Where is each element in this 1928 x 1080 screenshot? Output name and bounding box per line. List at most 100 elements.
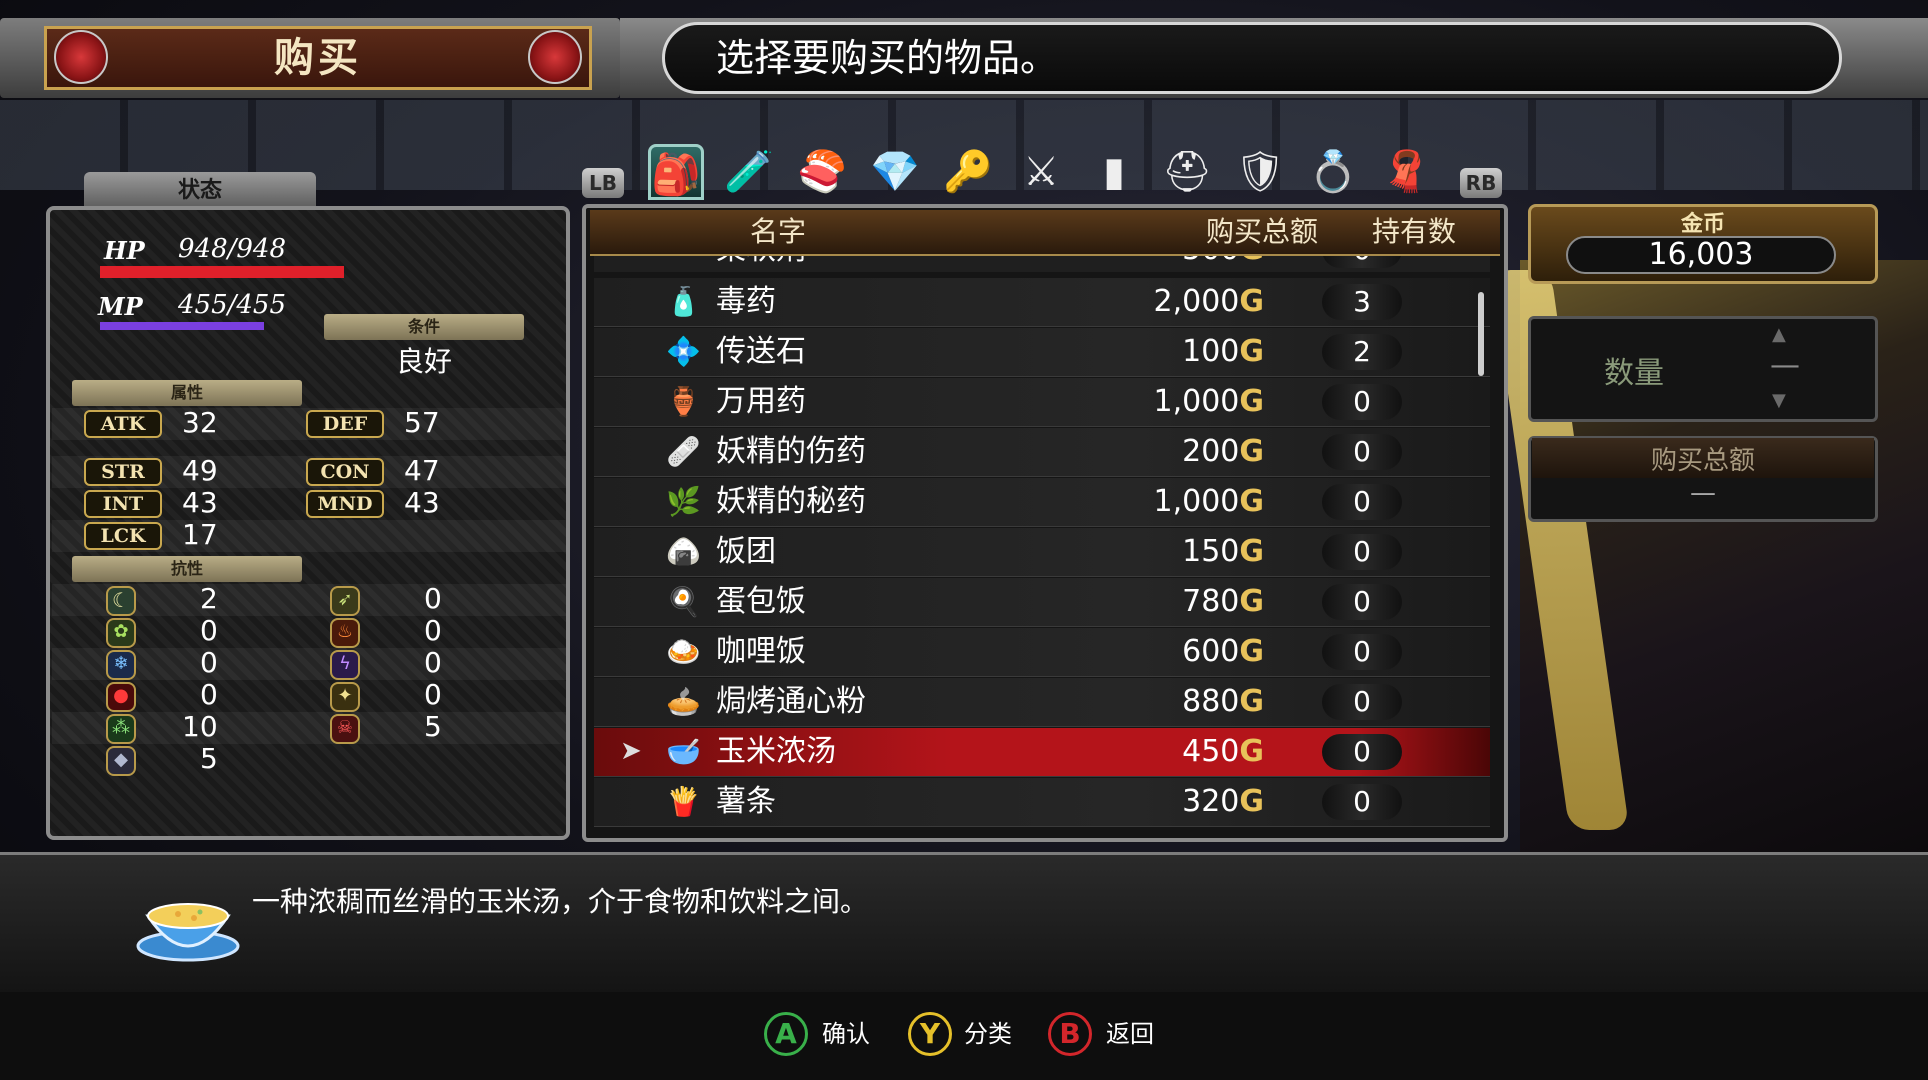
confirm-label[interactable]: 确认 bbox=[822, 1012, 870, 1056]
item-price: 200G bbox=[1182, 434, 1264, 469]
stat-value-mnd: 43 bbox=[404, 486, 440, 519]
stat-tag-mnd: MND bbox=[306, 490, 384, 518]
resistance-value: 0 bbox=[424, 678, 442, 711]
item-price: 2,000G bbox=[1153, 284, 1264, 319]
list-item[interactable]: 🩹 妖精的伤药 200G 0 bbox=[594, 428, 1490, 477]
y-button-icon[interactable]: Y bbox=[908, 1012, 952, 1056]
item-description: 一种浓稠而丝滑的玉米汤，介于食物和饮料之间。 bbox=[252, 885, 869, 918]
poison-bottle-icon: 🧴 bbox=[666, 285, 701, 318]
list-item[interactable]: 🍙 饭团 150G 0 bbox=[594, 528, 1490, 577]
rice-ball-icon: 🍙 bbox=[666, 535, 701, 568]
hp-bar-fill bbox=[100, 266, 344, 278]
list-header bbox=[590, 210, 1500, 256]
column-header-name: 名字 bbox=[750, 215, 807, 248]
item-price: 780G bbox=[1182, 584, 1264, 619]
lb-button[interactable]: LB bbox=[582, 168, 624, 198]
a-button-icon[interactable]: A bbox=[764, 1012, 808, 1056]
fire-icon: ♨ bbox=[330, 618, 360, 648]
item-price: 1,000G bbox=[1153, 384, 1264, 419]
item-held: 0 bbox=[1322, 684, 1402, 720]
ice-icon: ❄ bbox=[106, 650, 136, 680]
curse-icon: ☠ bbox=[330, 714, 360, 744]
item-price: 600G bbox=[1182, 634, 1264, 669]
quantity-panel[interactable] bbox=[1528, 316, 1878, 422]
item-price: 100G bbox=[1182, 334, 1264, 369]
item-held: 3 bbox=[1322, 284, 1402, 320]
list-item[interactable]: 🍳 蛋包饭 780G 0 bbox=[594, 578, 1490, 627]
quantity-label: 数量 bbox=[1604, 356, 1664, 391]
mp-bar-track bbox=[100, 322, 264, 330]
item-price: 320G bbox=[1182, 784, 1264, 819]
armor-icon[interactable]: 🛡 bbox=[1232, 144, 1288, 200]
bullets-icon[interactable]: ▮ bbox=[1086, 144, 1142, 200]
item-name: 万用药 bbox=[716, 384, 806, 419]
blood-icon: ● bbox=[106, 682, 136, 712]
item-name: 玉米浓汤 bbox=[716, 734, 836, 769]
item-name: 妖精的伤药 bbox=[716, 434, 866, 469]
item-name: 薯条 bbox=[716, 784, 776, 819]
item-held: 2 bbox=[1322, 334, 1402, 370]
arrow-up-icon[interactable]: ▲ bbox=[1772, 324, 1786, 345]
mp-bar-fill bbox=[100, 322, 264, 330]
item-name: 柔软剂 bbox=[716, 256, 806, 272]
item-held: 0 bbox=[1322, 484, 1402, 520]
key-icon[interactable]: 🔑 bbox=[940, 144, 996, 200]
bag-icon[interactable]: 🎒 bbox=[648, 144, 704, 200]
item-name: 传送石 bbox=[716, 334, 806, 369]
list-item[interactable]: 🍟 薯条 320G 0 bbox=[594, 778, 1490, 827]
list-item[interactable]: ➤ 🥣 玉米浓汤 450G 0 bbox=[594, 728, 1490, 777]
stat-tag-atk: ATK bbox=[84, 410, 162, 438]
stat-value-atk: 32 bbox=[182, 406, 218, 439]
b-button-icon[interactable]: B bbox=[1048, 1012, 1092, 1056]
item-held: 0 bbox=[1322, 256, 1402, 268]
back-label[interactable]: 返回 bbox=[1106, 1012, 1154, 1056]
stat-tag-def: DEF bbox=[306, 410, 384, 438]
corn-soup-icon: 🥣 bbox=[666, 735, 701, 768]
resistance-label: 抗性 bbox=[72, 556, 302, 582]
hp-label: HP bbox=[104, 236, 145, 265]
gratin-icon: 🥧 bbox=[666, 685, 701, 718]
stat-tag-int: INT bbox=[84, 490, 162, 518]
ring-icon[interactable]: 💍 bbox=[1305, 144, 1361, 200]
resistance-value: 0 bbox=[200, 678, 218, 711]
list-item[interactable]: 🧴 毒药 2,000G 3 bbox=[594, 278, 1490, 327]
description-bar bbox=[0, 852, 1928, 996]
hp-bar-track bbox=[100, 266, 344, 278]
resistance-value: 2 bbox=[200, 582, 218, 615]
helmet-icon[interactable]: ⛑ bbox=[1159, 144, 1215, 200]
resistance-value: 0 bbox=[200, 614, 218, 647]
condition-label: 条件 bbox=[324, 314, 524, 340]
list-item[interactable]: 🌿 妖精的秘药 1,000G 0 bbox=[594, 478, 1490, 527]
fairy-secret-icon: 🌿 bbox=[666, 485, 701, 518]
rb-button[interactable]: RB bbox=[1460, 168, 1502, 198]
crystal-icon[interactable]: 💎 bbox=[867, 144, 923, 200]
arrow-down-icon[interactable]: ▼ bbox=[1772, 390, 1786, 411]
food-icon[interactable]: 🍣 bbox=[794, 144, 850, 200]
list-item[interactable]: 🍛 咖哩饭 600G 0 bbox=[594, 628, 1490, 677]
gold-value: 16,003 bbox=[1566, 236, 1836, 274]
omurice-icon: 🍳 bbox=[666, 585, 701, 618]
resistance-value: 0 bbox=[200, 646, 218, 679]
prompt-text: 选择要购买的物品。 bbox=[716, 36, 1059, 80]
item-name: 焗烤通心粉 bbox=[716, 684, 866, 719]
list-item[interactable]: 🏺 万用药 1,000G 0 bbox=[594, 378, 1490, 427]
resistance-value: 0 bbox=[424, 582, 442, 615]
scarf-icon[interactable]: 🧣 bbox=[1378, 144, 1434, 200]
mp-label: MP bbox=[98, 292, 143, 321]
potion-icon[interactable]: 🧪 bbox=[721, 144, 777, 200]
teleport-stone-icon: 💠 bbox=[666, 335, 701, 368]
item-held: 0 bbox=[1322, 534, 1402, 570]
mp-value: 455/455 bbox=[178, 290, 287, 320]
list-scrollbar[interactable] bbox=[1478, 292, 1484, 376]
partial-list-item[interactable]: 柔软剂 500G 0 bbox=[594, 256, 1490, 272]
light-icon: ✦ bbox=[330, 682, 360, 712]
fairy-salve-icon: 🩹 bbox=[666, 435, 701, 468]
list-item[interactable]: 💠 传送石 100G 2 bbox=[594, 328, 1490, 377]
list-item[interactable]: 🥧 焗烤通心粉 880G 0 bbox=[594, 678, 1490, 727]
item-price: 1,000G bbox=[1153, 484, 1264, 519]
resistance-value: 5 bbox=[200, 742, 218, 775]
category-label[interactable]: 分类 bbox=[964, 1012, 1012, 1056]
stat-tag-con: CON bbox=[306, 458, 384, 486]
swords-icon[interactable]: ⚔ bbox=[1013, 144, 1069, 200]
corn-soup-icon bbox=[134, 876, 242, 966]
